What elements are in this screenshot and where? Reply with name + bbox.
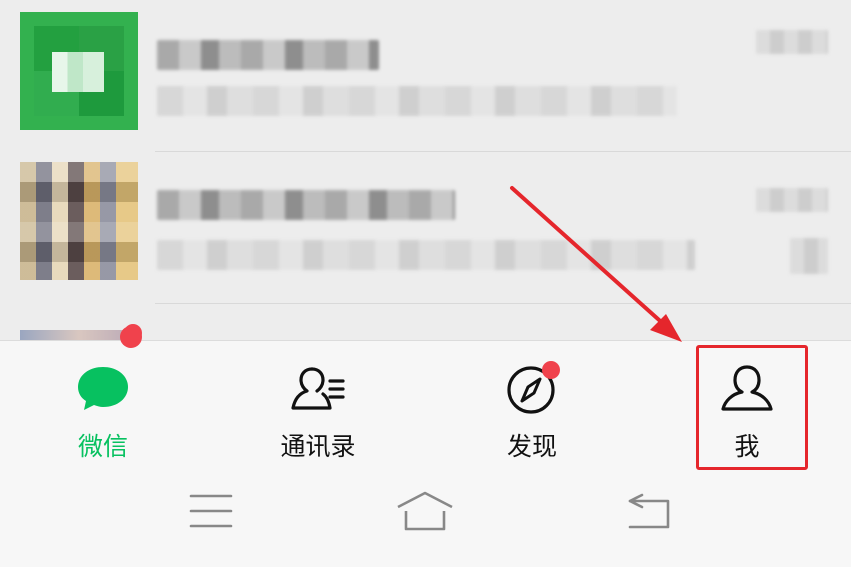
mute-indicator-blurred: [790, 238, 828, 274]
chat-row[interactable]: [0, 0, 851, 152]
tab-label: 微信: [77, 432, 128, 461]
avatar: [20, 12, 138, 130]
tab-contacts[interactable]: 通讯录: [248, 351, 388, 461]
chat-preview-blurred: [157, 86, 677, 116]
chat-time-blurred: [756, 30, 828, 54]
highlight-box-me: [696, 345, 808, 470]
avatar: [20, 162, 138, 280]
menu-icon[interactable]: [181, 491, 241, 531]
chat-name-blurred: [157, 190, 455, 220]
tab-label: 通讯录: [280, 432, 356, 461]
contacts-icon: [291, 367, 345, 410]
back-icon[interactable]: [622, 491, 682, 531]
chat-time-blurred: [756, 188, 828, 212]
home-icon[interactable]: [395, 491, 455, 531]
system-nav-bar: [0, 475, 851, 567]
annotation-arrow: [510, 186, 682, 342]
tab-label: 发现: [506, 432, 557, 461]
chat-bubble-icon: [78, 367, 128, 410]
chat-name-blurred: [157, 40, 379, 70]
chat-list: [0, 0, 851, 340]
tab-chats[interactable]: 微信: [33, 351, 173, 461]
chat-row[interactable]: [0, 152, 851, 340]
unread-dot: [120, 326, 142, 348]
compass-icon: [507, 361, 560, 414]
tab-discover[interactable]: 发现: [462, 351, 602, 461]
